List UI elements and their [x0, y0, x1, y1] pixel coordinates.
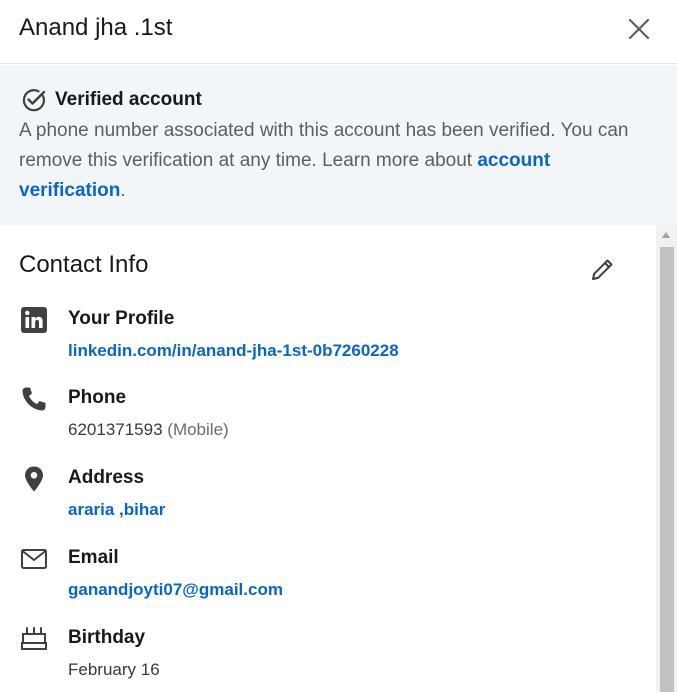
check-circle-icon [22, 89, 46, 112]
close-icon [628, 18, 650, 40]
birthday-value: February 16 [68, 660, 160, 679]
contact-info-section: Contact Info Your Profile linkedin.com/i… [0, 225, 656, 692]
verified-account-title: Verified account [55, 89, 202, 110]
scroll-up-arrow[interactable] [662, 232, 670, 238]
contact-item-address: Address araria ,bihar [0, 465, 656, 537]
dialog-header: Anand jha .1st [0, 0, 677, 64]
contact-item-profile: Your Profile linkedin.com/in/anand-jha-1… [0, 306, 656, 378]
contact-item-email: Email ganandjoyti07@gmail.com [0, 545, 656, 617]
cake-icon [20, 625, 48, 653]
contact-item-label: Email [68, 547, 119, 568]
email-link[interactable]: ganandjoyti07@gmail.com [68, 578, 283, 602]
dialog-title: Anand jha .1st [19, 14, 173, 41]
phone-icon [20, 385, 48, 413]
edit-contact-info-button[interactable] [585, 253, 619, 287]
verified-header: Verified account [21, 87, 202, 113]
close-button[interactable] [620, 10, 658, 48]
phone-number: 6201371593 [68, 420, 163, 439]
section-title: Contact Info [19, 251, 149, 278]
profile-url-link[interactable]: linkedin.com/in/anand-jha-1st-0b7260228 [68, 339, 399, 363]
contact-item-phone: Phone 6201371593 (Mobile) [0, 385, 656, 457]
contact-item-label: Birthday [68, 627, 146, 648]
envelope-icon [20, 545, 48, 573]
contact-item-label: Phone [68, 387, 127, 408]
contact-item-label: Address [68, 467, 145, 488]
scrollbar[interactable] [656, 225, 677, 692]
contact-item-birthday: Birthday February 16 [0, 625, 656, 692]
verified-description-suffix: . [120, 180, 126, 201]
contact-info-dialog: Anand jha .1st Verified account A phone … [0, 0, 677, 692]
verified-account-description: A phone number associated with this acco… [19, 116, 639, 206]
verified-account-banner: Verified account A phone number associat… [0, 65, 677, 225]
location-pin-icon [20, 465, 48, 493]
linkedin-icon [20, 306, 48, 334]
contact-item-label: Your Profile [68, 308, 175, 329]
address-link[interactable]: araria ,bihar [68, 498, 165, 522]
scrollbar-thumb[interactable] [660, 247, 674, 692]
pencil-icon [592, 259, 613, 280]
phone-type: (Mobile) [167, 420, 229, 439]
phone-value: 6201371593 (Mobile) [68, 418, 229, 442]
